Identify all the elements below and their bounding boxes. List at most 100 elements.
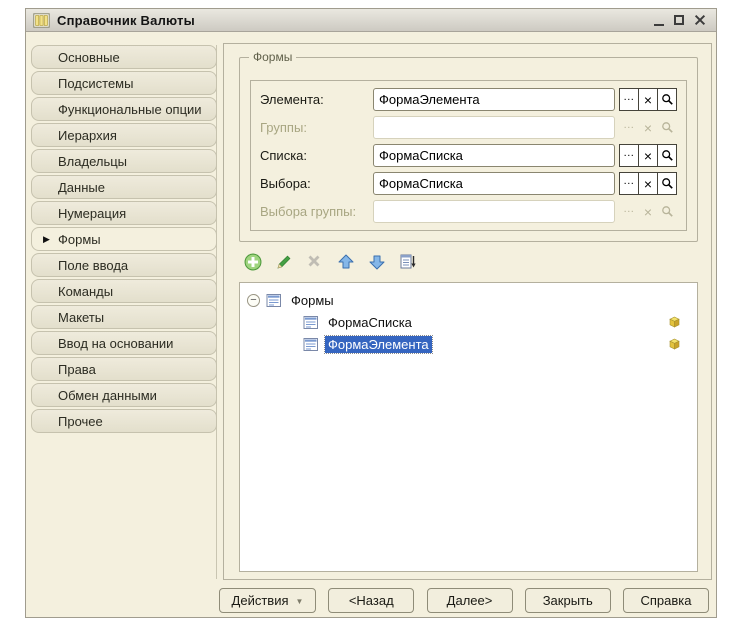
footer-button-label: Закрыть xyxy=(543,593,593,608)
field-input[interactable]: ФормаЭлемента xyxy=(373,88,615,111)
field-value: ФормаСписка xyxy=(379,148,463,163)
form-field-row: Списка: ФормаСписка ... × xyxy=(260,144,677,167)
field-label: Выбора: xyxy=(260,176,373,191)
field-value: ФормаЭлемента xyxy=(379,92,480,107)
ellipsis-button: ... xyxy=(619,116,639,139)
lookup-button[interactable] xyxy=(657,88,677,111)
sidebar-tab-6[interactable]: ▶ Нумерация xyxy=(31,201,217,225)
move-down-icon xyxy=(368,253,386,271)
edit-button[interactable] xyxy=(273,251,294,272)
sidebar-tab-label: Права xyxy=(58,362,96,377)
help-button[interactable]: Справка xyxy=(623,588,709,613)
magnifier-icon xyxy=(661,93,674,106)
forms-tree: − Формы ФормаСписка ФормаЭлемента xyxy=(239,282,698,572)
clear-button: × xyxy=(638,200,658,223)
tree-item[interactable]: ФормаСписка xyxy=(240,311,697,333)
field-input[interactable]: ФормаСписка xyxy=(373,144,615,167)
close-icon[interactable] xyxy=(694,14,706,26)
sidebar-tab-label: Нумерация xyxy=(58,206,126,221)
field-input[interactable]: ФормаСписка xyxy=(373,172,615,195)
lookup-button xyxy=(657,200,677,223)
sidebar-tab-10[interactable]: ▶ Макеты xyxy=(31,305,217,329)
tree-items: ФормаСписка ФормаЭлемента xyxy=(240,311,697,355)
form-icon xyxy=(303,315,319,330)
close-button[interactable]: Закрыть xyxy=(525,588,611,613)
clear-button[interactable]: × xyxy=(638,144,658,167)
sidebar-tab-9[interactable]: ▶ Команды xyxy=(31,279,217,303)
field-input xyxy=(373,200,615,223)
field-label: Элемента: xyxy=(260,92,373,107)
form-icon xyxy=(266,293,282,308)
ellipsis-button: ... xyxy=(619,200,639,223)
actions-button[interactable]: Действия ▼ xyxy=(219,588,316,613)
delete-button xyxy=(304,251,325,272)
collapse-icon[interactable]: − xyxy=(247,294,260,307)
sidebar-tab-3[interactable]: ▶ Иерархия xyxy=(31,123,217,147)
forms-group-legend: Формы xyxy=(249,50,296,64)
footer-button-label: <Назад xyxy=(349,593,394,608)
catalog-icon xyxy=(33,13,50,28)
selected-tab-arrow-icon: ▶ xyxy=(43,234,50,245)
sort-button[interactable] xyxy=(397,251,418,272)
sidebar-tab-label: Обмен данными xyxy=(58,388,157,403)
ellipsis-button[interactable]: ... xyxy=(619,172,639,195)
ellipsis-button[interactable]: ... xyxy=(619,144,639,167)
footer-button-label: Действия xyxy=(232,593,289,608)
minimize-icon[interactable] xyxy=(654,15,664,26)
sidebar-tab-13[interactable]: ▶ Обмен данными xyxy=(31,383,217,407)
field-label: Выбора группы: xyxy=(260,204,373,219)
sidebar-tab-label: Поле ввода xyxy=(58,258,128,273)
clear-button: × xyxy=(638,116,658,139)
lookup-button[interactable] xyxy=(657,144,677,167)
move-up-button[interactable] xyxy=(335,251,356,272)
window-controls xyxy=(654,14,706,26)
form-field-row: Выбора: ФормаСписка ... × xyxy=(260,172,677,195)
footer-buttons: Действия ▼ <Назад Далее> Закрыть Справка xyxy=(219,588,709,613)
field-buttons: ... × xyxy=(620,88,677,111)
sidebar-tab-4[interactable]: ▶ Владельцы xyxy=(31,149,217,173)
add-button[interactable] xyxy=(242,251,263,272)
field-label: Списка: xyxy=(260,148,373,163)
add-icon xyxy=(244,253,262,271)
sidebar-tab-11[interactable]: ▶ Ввод на основании xyxy=(31,331,217,355)
sidebar-tab-7[interactable]: ▶ Формы xyxy=(31,227,217,251)
move-down-button[interactable] xyxy=(366,251,387,272)
magnifier-icon xyxy=(661,205,674,218)
next-button[interactable]: Далее> xyxy=(427,588,513,613)
tree-root-row[interactable]: − Формы xyxy=(240,289,697,311)
sidebar-tab-label: Данные xyxy=(58,180,105,195)
sidebar-tab-12[interactable]: ▶ Права xyxy=(31,357,217,381)
field-label: Группы: xyxy=(260,120,373,135)
window-title: Справочник Валюты xyxy=(57,13,647,28)
move-up-icon xyxy=(337,253,355,271)
tree-item[interactable]: ФормаЭлемента xyxy=(240,333,697,355)
back-button[interactable]: <Назад xyxy=(328,588,414,613)
sidebar-tab-14[interactable]: ▶ Прочее xyxy=(31,409,217,433)
field-buttons: ... × xyxy=(620,172,677,195)
ellipsis-button[interactable]: ... xyxy=(619,88,639,111)
clear-button[interactable]: × xyxy=(638,172,658,195)
sidebar-tab-0[interactable]: ▶ Основные xyxy=(31,45,217,69)
sidebar: ▶ Основные ▶ Подсистемы ▶ Функциональные… xyxy=(31,45,217,435)
sort-icon xyxy=(399,253,417,271)
clear-button[interactable]: × xyxy=(638,88,658,111)
maximize-icon[interactable] xyxy=(674,15,684,25)
sidebar-tab-8[interactable]: ▶ Поле ввода xyxy=(31,253,217,277)
sidebar-tab-1[interactable]: ▶ Подсистемы xyxy=(31,71,217,95)
sidebar-tab-label: Владельцы xyxy=(58,154,127,169)
titlebar[interactable]: Справочник Валюты xyxy=(26,9,716,32)
sidebar-tab-label: Подсистемы xyxy=(58,76,133,91)
sidebar-tab-5[interactable]: ▶ Данные xyxy=(31,175,217,199)
sidebar-tab-label: Основные xyxy=(58,50,120,65)
sidebar-tab-label: Ввод на основании xyxy=(58,336,173,351)
sidebar-tab-2[interactable]: ▶ Функциональные опции xyxy=(31,97,217,121)
forms-toolbar xyxy=(242,251,418,272)
page: Справочник Валюты ▶ Основные ▶ Подсистем… xyxy=(0,0,745,623)
configuration-window: Справочник Валюты ▶ Основные ▶ Подсистем… xyxy=(25,8,717,618)
field-input xyxy=(373,116,615,139)
footer-button-label: Справка xyxy=(641,593,692,608)
sidebar-tab-label: Иерархия xyxy=(58,128,117,143)
magnifier-icon xyxy=(661,177,674,190)
lookup-button xyxy=(657,116,677,139)
lookup-button[interactable] xyxy=(657,172,677,195)
